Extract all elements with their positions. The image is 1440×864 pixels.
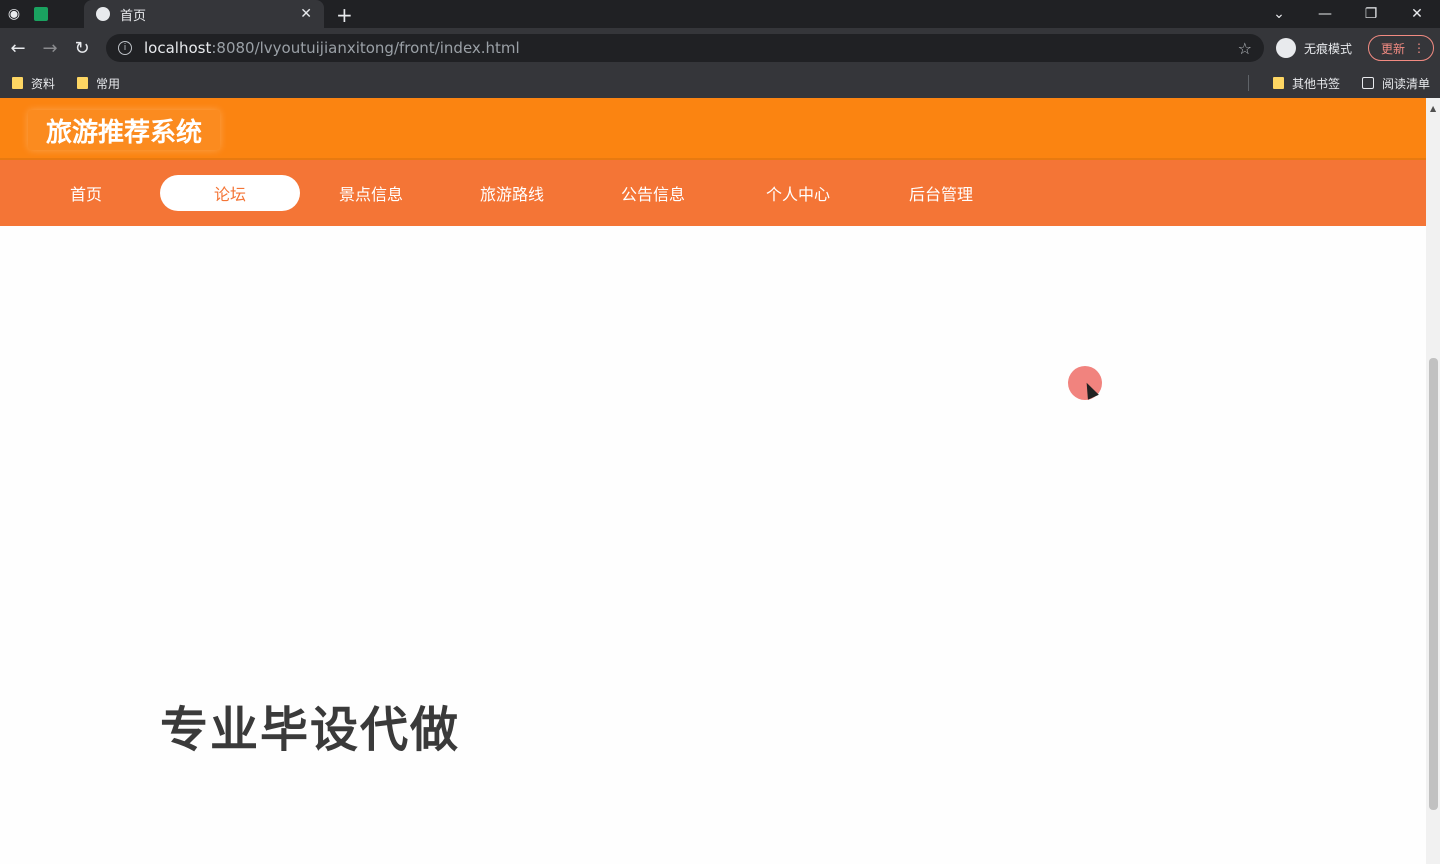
- nav-item-routes[interactable]: 旅游路线: [463, 175, 561, 211]
- loading-content-area: [0, 226, 1426, 864]
- reading-list-label: 阅读清单: [1381, 76, 1430, 91]
- nav-item-attractions[interactable]: 景点信息: [322, 175, 420, 211]
- browser-tab-active[interactable]: 首页 ✕: [84, 0, 324, 28]
- tab-search-icon[interactable]: ⌄: [1256, 6, 1302, 22]
- reading-list-icon: [1361, 77, 1374, 89]
- watermark-text: 专业毕设代做: [160, 702, 461, 758]
- bookmark-label: 常用: [96, 76, 121, 91]
- incognito-indicator[interactable]: 无痕模式: [1276, 37, 1352, 59]
- main-nav: 首页 论坛 景点信息 旅游路线 公告信息 个人中心 后台管理: [0, 160, 1426, 226]
- folder-icon: [77, 77, 89, 89]
- forward-icon[interactable]: →: [34, 38, 66, 59]
- nav-item-home[interactable]: 首页: [46, 175, 126, 211]
- bookmark-folder[interactable]: 资料: [12, 75, 55, 92]
- close-tab-icon[interactable]: ✕: [300, 6, 312, 22]
- other-bookmarks-folder[interactable]: 其他书签: [1272, 75, 1340, 92]
- scrollbar-thumb[interactable]: [1429, 358, 1438, 810]
- bookmark-label: 资料: [31, 76, 56, 91]
- new-tab-icon[interactable]: +: [336, 3, 353, 27]
- globe-icon: [96, 7, 110, 21]
- pinned-tab-icon[interactable]: [34, 7, 48, 21]
- folder-icon: [12, 77, 23, 89]
- back-icon[interactable]: ←: [2, 38, 34, 59]
- close-window-icon[interactable]: ✕: [1394, 6, 1440, 22]
- folder-icon: [1272, 77, 1284, 89]
- more-menu-icon: ⋮: [1413, 41, 1425, 55]
- site-header: 旅游推荐系统: [0, 98, 1426, 160]
- bookmarks-right: 其他书签 阅读清单: [1247, 68, 1430, 98]
- bookmarks-bar: 资料 常用 其他书签 阅读清单: [0, 68, 1440, 98]
- minimize-icon[interactable]: —: [1302, 6, 1348, 22]
- site-info-icon[interactable]: i: [118, 41, 132, 55]
- bookmark-star-icon[interactable]: ☆: [1238, 39, 1252, 58]
- bookmark-folder[interactable]: 常用: [77, 75, 120, 92]
- incognito-icon: [1276, 38, 1296, 58]
- scroll-up-icon[interactable]: ▲: [1430, 104, 1436, 113]
- browser-menu-icon[interactable]: ◉: [0, 0, 28, 28]
- url-path: :8080/lvyoutuijianxitong/front/index.htm…: [211, 39, 520, 57]
- update-label: 更新: [1381, 41, 1406, 56]
- tab-title: 首页: [120, 8, 147, 24]
- other-bookmarks-label: 其他书签: [1291, 76, 1340, 91]
- browser-tab-bar: ◉ 首页 ✕ + ⌄ — ❐ ✕: [0, 0, 1440, 28]
- nav-item-announcements[interactable]: 公告信息: [604, 175, 702, 211]
- nav-item-admin[interactable]: 后台管理: [892, 175, 990, 211]
- incognito-label: 无痕模式: [1304, 41, 1353, 56]
- update-button[interactable]: 更新 ⋮: [1368, 35, 1434, 61]
- reading-list-button[interactable]: 阅读清单: [1361, 75, 1430, 92]
- divider: [1247, 75, 1249, 91]
- url-host: localhost: [144, 39, 212, 57]
- restore-icon[interactable]: ❐: [1348, 6, 1394, 22]
- window-controls: ⌄ — ❐ ✕: [1256, 0, 1440, 28]
- nav-item-profile[interactable]: 个人中心: [749, 175, 847, 211]
- nav-item-forum[interactable]: 论坛: [160, 175, 300, 211]
- address-bar[interactable]: i localhost:8080/lvyoutuijianxitong/fron…: [106, 34, 1264, 62]
- site-logo[interactable]: 旅游推荐系统: [28, 110, 221, 150]
- reload-icon[interactable]: ↻: [66, 38, 98, 59]
